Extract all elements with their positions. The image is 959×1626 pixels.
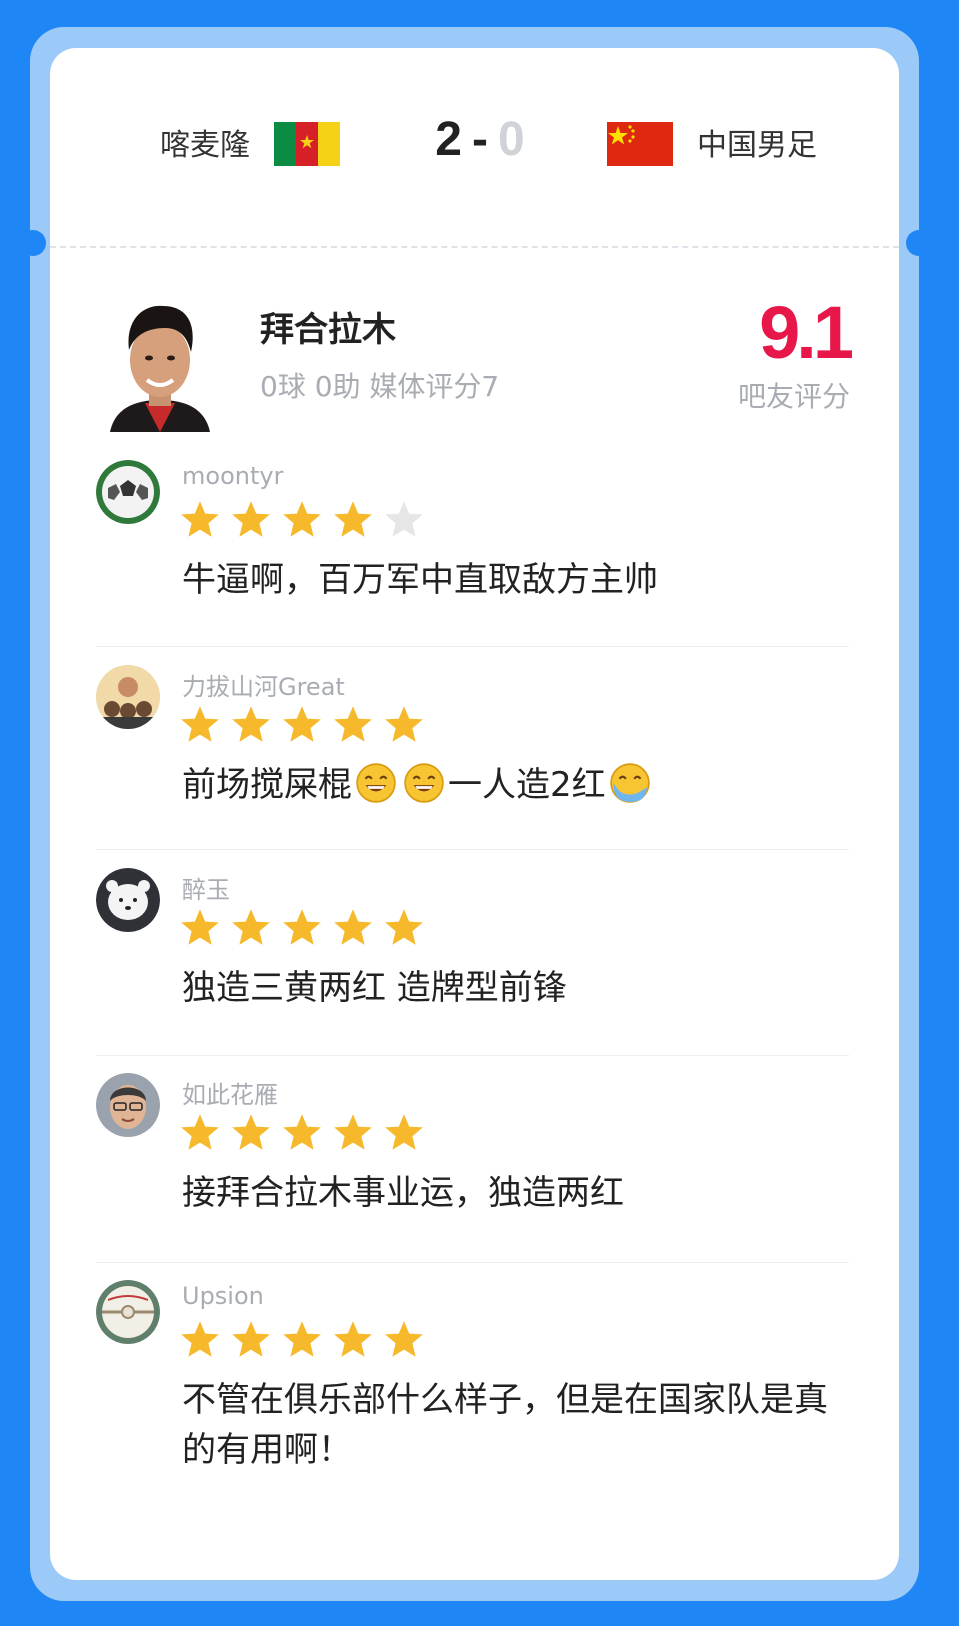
comment-username[interactable]: Upsion: [182, 1282, 264, 1310]
star-filled-icon: [181, 1321, 219, 1357]
star-filled-icon: [334, 501, 372, 537]
grin-emoji-icon: [404, 763, 444, 803]
fan-rating-value: 9.1: [759, 291, 854, 374]
star-filled-icon: [232, 706, 270, 742]
grin-emoji-icon: [356, 763, 396, 803]
comment-text-part: 前场搅屎棍: [182, 765, 352, 805]
star-rating: [180, 705, 424, 745]
cameroon-flag-icon: [274, 122, 340, 166]
comment-divider: [96, 849, 849, 850]
ticket-notch-left: [20, 230, 46, 256]
comment-text: 牛逼啊，百万军中直取敌方主帅: [182, 560, 658, 600]
score-separator: -: [472, 113, 488, 166]
star-empty-icon: [385, 501, 423, 537]
star-filled-icon: [232, 909, 270, 945]
away-team-name[interactable]: 中国男足: [697, 120, 817, 164]
star-filled-icon: [181, 706, 219, 742]
star-filled-icon: [232, 1114, 270, 1150]
star-filled-icon: [385, 1114, 423, 1150]
match-score: 2-0: [420, 112, 540, 167]
comment-text: 不管在俱乐部什么样子，但是在国家队是真的有用啊！: [182, 1380, 828, 1470]
star-filled-icon: [334, 706, 372, 742]
player-stats: 0球 0助 媒体评分7: [260, 370, 500, 403]
star-filled-icon: [283, 501, 321, 537]
comment-text-part: 一人造2红: [448, 765, 606, 805]
comment-username[interactable]: moontyr: [182, 462, 283, 490]
player-photo[interactable]: [105, 298, 215, 432]
star-filled-icon: [181, 1114, 219, 1150]
home-score: 2: [435, 113, 462, 166]
comment-text: 前场搅屎棍 一人造2红: [182, 760, 842, 810]
comment-username[interactable]: 醉玉: [182, 870, 230, 905]
star-filled-icon: [334, 1321, 372, 1357]
star-rating: [180, 1113, 424, 1153]
rating-card: [50, 48, 899, 1580]
star-filled-icon: [385, 909, 423, 945]
ticket-notch-right: [906, 230, 932, 256]
star-filled-icon: [181, 501, 219, 537]
star-filled-icon: [283, 706, 321, 742]
star-filled-icon: [385, 706, 423, 742]
star-rating: [180, 908, 424, 948]
player-name[interactable]: 拜合拉木: [260, 302, 396, 351]
fan-rating-label: 吧友评分: [737, 380, 850, 413]
comment-divider: [96, 646, 849, 647]
comment-divider: [96, 1055, 849, 1056]
star-filled-icon: [283, 1321, 321, 1357]
star-filled-icon: [334, 1114, 372, 1150]
avatar[interactable]: [96, 460, 160, 524]
star-filled-icon: [232, 501, 270, 537]
sweat-emoji-icon: [609, 763, 650, 803]
away-score: 0: [497, 113, 525, 166]
star-rating: [180, 1320, 424, 1360]
star-filled-icon: [385, 1321, 423, 1357]
comment-divider: [96, 1262, 849, 1263]
star-filled-icon: [334, 909, 372, 945]
avatar[interactable]: [96, 665, 160, 729]
comment-username[interactable]: 如此花雁: [182, 1075, 278, 1110]
comment-username[interactable]: 力拔山河Great: [182, 667, 345, 702]
star-filled-icon: [181, 909, 219, 945]
avatar[interactable]: [96, 1073, 160, 1137]
china-flag-icon: [607, 122, 673, 166]
star-rating: [180, 500, 424, 540]
avatar[interactable]: [96, 1280, 160, 1344]
comment-text: 接拜合拉木事业运，独造两红: [182, 1173, 624, 1213]
home-team-name[interactable]: 喀麦隆: [160, 120, 250, 164]
comment-text: 独造三黄两红 造牌型前锋: [182, 968, 567, 1008]
star-filled-icon: [232, 1321, 270, 1357]
avatar[interactable]: [96, 868, 160, 932]
ticket-divider: [50, 246, 899, 248]
star-filled-icon: [283, 909, 321, 945]
star-filled-icon: [283, 1114, 321, 1150]
